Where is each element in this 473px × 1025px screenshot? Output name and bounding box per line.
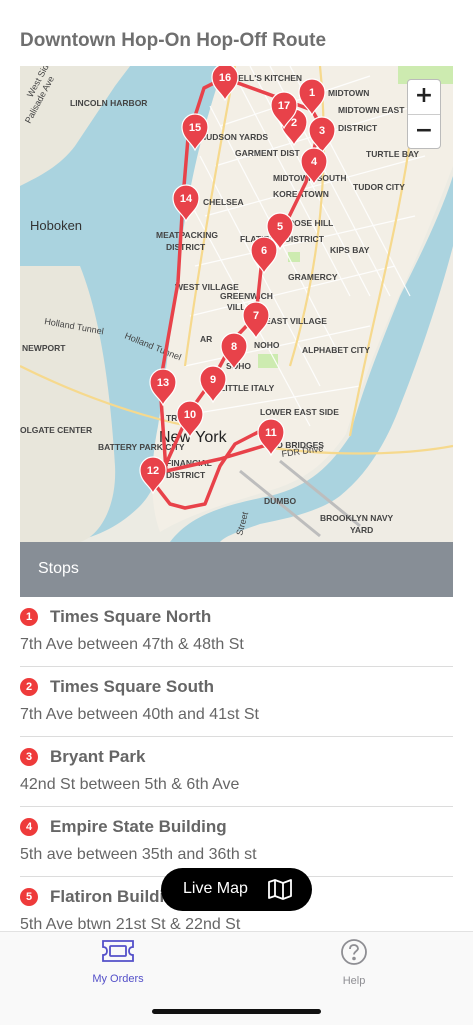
route-marker-label: 1 [309, 87, 315, 99]
route-marker-label: 13 [157, 377, 169, 389]
tab-help[interactable]: Help [294, 938, 414, 987]
live-map-button[interactable]: Live Map [161, 868, 312, 911]
map-label-colgate: OLGATE CENTER [20, 425, 92, 435]
ticket-icon [102, 940, 134, 962]
map-label-yard: YARD [350, 525, 373, 535]
tab-my-orders[interactable]: My Orders [58, 938, 178, 985]
stop-number-badge: 3 [20, 748, 38, 766]
map-label-midtown: MIDTOWN [328, 88, 369, 98]
map-label-lower-east-side: LOWER EAST SIDE [260, 407, 339, 417]
map-label-little-italy: LITTLE ITALY [220, 383, 275, 393]
stop-name: Times Square South [50, 677, 215, 696]
map-label-gramercy: GRAMERCY [288, 272, 338, 282]
map-label-hoboken: Hoboken [30, 218, 82, 233]
map-label-meatpacking: MEATPACKING [156, 230, 218, 240]
route-marker-label: 4 [311, 156, 318, 168]
home-indicator [152, 1009, 321, 1014]
route-marker-label: 2 [291, 117, 297, 129]
stops-header: Stops [20, 542, 453, 597]
map-label-lincoln-harbor: LINCOLN HARBOR [70, 98, 147, 108]
map-label-newport: NEWPORT [22, 343, 66, 353]
stop-name: Empire State Building [50, 817, 227, 836]
tab-help-label: Help [342, 975, 366, 987]
map-zoom-control: + − [407, 79, 441, 149]
route-marker-label: 12 [147, 465, 159, 477]
stop-number-badge: 1 [20, 608, 38, 626]
route-marker-label: 3 [319, 125, 325, 137]
zoom-in-button[interactable]: + [408, 80, 440, 114]
route-marker-label: 5 [277, 221, 283, 233]
map-label-greenwich: GREENWICH [220, 291, 273, 301]
map-label-financial-2: DISTRICT [166, 470, 206, 480]
map-label-midtown-east: MIDTOWN EAST [338, 105, 405, 115]
map-label-meatpacking-district: DISTRICT [166, 242, 206, 252]
stop-item[interactable]: 2 Times Square South 7th Ave between 40t… [20, 667, 453, 737]
stop-number-badge: 4 [20, 818, 38, 836]
route-marker-label: 7 [253, 310, 259, 322]
map-label-brooklyn-navy: BROOKLYN NAVY [320, 513, 394, 523]
map-label-rose-hill: ROSE HILL [288, 218, 333, 228]
map-label-ar: AR [200, 334, 212, 344]
map-label-noho: NOHO [254, 340, 280, 350]
map-label-garment: GARMENT DIST [235, 148, 301, 158]
stop-number-badge: 5 [20, 888, 38, 906]
route-marker-label: 10 [184, 409, 196, 421]
route-marker-label: 14 [180, 193, 193, 205]
stop-name: Times Square North [50, 607, 212, 626]
live-map-label: Live Map [183, 880, 248, 897]
page-title: Downtown Hop-On Hop-Off Route [20, 30, 327, 51]
map-label-hudson-yards: HUDSON YARDS [200, 132, 268, 142]
map-label-turtle-bay: TURTLE BAY [366, 149, 419, 159]
help-circle-icon [341, 939, 367, 965]
zoom-out-button[interactable]: − [408, 114, 440, 149]
map-label-district: DISTRICT [338, 123, 378, 133]
stop-address: 7th Ave between 40th and 41st St [20, 706, 259, 723]
route-marker-label: 9 [210, 374, 216, 386]
route-marker-label: 15 [189, 122, 201, 134]
route-marker-label: 16 [219, 72, 231, 84]
stops-header-title: Stops [38, 560, 79, 577]
stop-name: Bryant Park [50, 747, 146, 766]
stop-item[interactable]: 1 Times Square North 7th Ave between 47t… [20, 597, 453, 667]
stop-item[interactable]: 3 Bryant Park 42nd St between 5th & 6th … [20, 737, 453, 807]
route-map[interactable]: West Side Palisade Ave LINCOLN HARBOR HE… [20, 66, 453, 542]
map-icon [268, 879, 292, 900]
map-label-alphabet-city: ALPHABET CITY [302, 345, 370, 355]
stop-address: 7th Ave between 47th & 48th St [20, 636, 244, 653]
map-label-hells-kitchen: HELL'S KITCHEN [232, 73, 302, 83]
map-label-kips-bay: KIPS BAY [330, 245, 370, 255]
map-label-chelsea: CHELSEA [203, 197, 244, 207]
route-marker-label: 6 [261, 245, 267, 257]
stop-number-badge: 2 [20, 678, 38, 696]
route-marker-label: 17 [278, 100, 290, 112]
map-label-dumbo: DUMBO [264, 496, 296, 506]
map-label-east-village: EAST VILLAGE [265, 316, 327, 326]
stop-address: 42nd St between 5th & 6th Ave [20, 776, 240, 793]
map-label-tudor-city: TUDOR CITY [353, 182, 405, 192]
tab-my-orders-label: My Orders [92, 973, 144, 985]
stop-item[interactable]: 4 Empire State Building 5th ave between … [20, 807, 453, 877]
route-marker-label: 8 [231, 341, 237, 353]
stop-address: 5th ave between 35th and 36th st [20, 846, 257, 863]
route-marker-label: 11 [265, 427, 277, 439]
